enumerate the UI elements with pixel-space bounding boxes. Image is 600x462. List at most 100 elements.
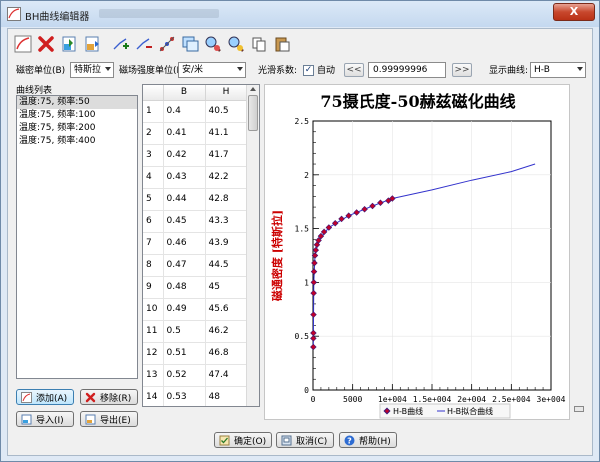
- cell-h[interactable]: 45: [205, 276, 248, 299]
- table-row[interactable]: 14 0.53 48: [143, 386, 248, 406]
- cell-h[interactable]: 40.5: [205, 100, 248, 123]
- curve-list-item[interactable]: 温度:75, 频率:50: [17, 96, 137, 109]
- ok-icon: [219, 435, 230, 446]
- paste-icon[interactable]: [271, 33, 293, 55]
- cell-h[interactable]: 41.1: [205, 122, 248, 145]
- cell-h[interactable]: 43.9: [205, 232, 248, 255]
- row-number: 5: [143, 188, 164, 211]
- next-button[interactable]: >>: [452, 63, 472, 77]
- show-curve-select[interactable]: H-B: [530, 62, 586, 78]
- field-unit-select[interactable]: 安/米: [178, 62, 246, 78]
- remove-button[interactable]: 移除(R): [80, 389, 138, 405]
- cell-h[interactable]: 46.8: [205, 342, 248, 365]
- copy-icon[interactable]: [248, 33, 270, 55]
- data-table[interactable]: B H 1 0.4 40.5 2 0.41 41.1 3 0.42 41.7 4 0.43 42.2 5…: [142, 84, 260, 407]
- cell-h[interactable]: 48: [205, 386, 248, 406]
- table-scrollbar[interactable]: [246, 85, 259, 406]
- row-number: 9: [143, 276, 164, 299]
- table-row[interactable]: 1 0.4 40.5: [143, 100, 248, 123]
- cell-h[interactable]: 47.4: [205, 364, 248, 387]
- table-row[interactable]: 6 0.45 43.3: [143, 210, 248, 233]
- cell-h[interactable]: 44.5: [205, 254, 248, 277]
- cell-b[interactable]: 0.53: [163, 386, 206, 406]
- table-row[interactable]: 5 0.44 42.8: [143, 188, 248, 211]
- column-header-b[interactable]: B: [163, 85, 206, 101]
- add-button[interactable]: 添加(A): [16, 389, 74, 405]
- cell-b[interactable]: 0.41: [163, 122, 206, 145]
- curve-list-item[interactable]: 温度:75, 频率:100: [17, 109, 137, 122]
- export-icon[interactable]: [81, 33, 103, 55]
- cell-b[interactable]: 0.44: [163, 188, 206, 211]
- y-tick-label: 0.5: [295, 332, 310, 341]
- cell-b[interactable]: 0.46: [163, 232, 206, 255]
- table-corner-header: [143, 85, 164, 101]
- cell-b[interactable]: 0.48: [163, 276, 206, 299]
- copy-chart-icon[interactable]: [179, 33, 201, 55]
- cell-h[interactable]: 46.2: [205, 320, 248, 343]
- delete-icon[interactable]: [35, 33, 57, 55]
- curve-list-item[interactable]: 温度:75, 频率:200: [17, 122, 137, 135]
- cell-b[interactable]: 0.52: [163, 364, 206, 387]
- table-row[interactable]: 13 0.52 47.4: [143, 364, 248, 387]
- cancel-icon: [281, 435, 292, 446]
- curve-list-item[interactable]: 温度:75, 频率:400: [17, 135, 137, 148]
- remove-point-icon[interactable]: [133, 33, 155, 55]
- cancel-button[interactable]: 取消(C): [276, 432, 334, 448]
- smoothing-input[interactable]: 0.99999996: [368, 62, 446, 78]
- table-row[interactable]: 9 0.48 45: [143, 276, 248, 299]
- field-unit-value: 安/米: [182, 65, 204, 75]
- table-row[interactable]: 8 0.47 44.5: [143, 254, 248, 277]
- row-number: 13: [143, 364, 164, 387]
- x-tick-label: 5000: [343, 395, 362, 404]
- cell-b[interactable]: 0.42: [163, 144, 206, 167]
- cell-b[interactable]: 0.49: [163, 298, 206, 321]
- delete-icon: [85, 392, 96, 403]
- prev-button[interactable]: <<: [344, 63, 364, 77]
- fit-curve-icon[interactable]: [156, 33, 178, 55]
- cell-b[interactable]: 0.45: [163, 210, 206, 233]
- import-button[interactable]: 导入(I): [16, 411, 74, 427]
- cell-h[interactable]: 41.7: [205, 144, 248, 167]
- import-icon[interactable]: [58, 33, 80, 55]
- cell-h[interactable]: 42.8: [205, 188, 248, 211]
- ok-button[interactable]: 确定(O): [214, 432, 272, 448]
- zoom-out-icon[interactable]: [225, 33, 247, 55]
- add-point-icon[interactable]: [110, 33, 132, 55]
- scroll-up-icon[interactable]: [250, 87, 256, 91]
- row-number: 10: [143, 298, 164, 321]
- table-row[interactable]: 10 0.49 45.6: [143, 298, 248, 321]
- row-number: 6: [143, 210, 164, 233]
- scroll-thumb[interactable]: [248, 95, 258, 131]
- cell-b[interactable]: 0.43: [163, 166, 206, 189]
- cell-b[interactable]: 0.47: [163, 254, 206, 277]
- zoom-in-icon[interactable]: [202, 33, 224, 55]
- y-tick-label: 0: [304, 386, 309, 395]
- x-tick-label: 2.5e+004: [492, 395, 531, 404]
- cell-b[interactable]: 0.4: [163, 100, 206, 123]
- cell-b[interactable]: 0.51: [163, 342, 206, 365]
- help-button[interactable]: ? 帮助(H): [339, 432, 397, 448]
- cell-b[interactable]: 0.5: [163, 320, 206, 343]
- curve-list[interactable]: 温度:75, 频率:50 温度:75, 频率:100 温度:75, 频率:200…: [16, 95, 138, 379]
- table-row[interactable]: 3 0.42 41.7: [143, 144, 248, 167]
- help-button-label: 帮助(H): [359, 436, 391, 447]
- chart-panel[interactable]: 75摄氏度-50赫兹磁化曲线 0 0.5 1 1.5 2 2.5 0 5000 1e+004 1.5…: [264, 84, 570, 420]
- close-button[interactable]: X: [553, 3, 595, 21]
- column-header-h[interactable]: H: [205, 85, 248, 101]
- flux-unit-select[interactable]: 特斯拉: [70, 62, 114, 78]
- table-row[interactable]: 12 0.51 46.8: [143, 342, 248, 365]
- table-row[interactable]: 11 0.5 46.2: [143, 320, 248, 343]
- table-row[interactable]: 4 0.43 42.2: [143, 166, 248, 189]
- chart-slider-thumb[interactable]: [574, 406, 584, 412]
- export-button[interactable]: 导出(E): [80, 411, 138, 427]
- cell-h[interactable]: 45.6: [205, 298, 248, 321]
- table-row[interactable]: 7 0.46 43.9: [143, 232, 248, 255]
- table-row[interactable]: 2 0.41 41.1: [143, 122, 248, 145]
- flux-unit-label: 磁密单位(B): [16, 66, 66, 76]
- row-number: 7: [143, 232, 164, 255]
- cell-h[interactable]: 43.3: [205, 210, 248, 233]
- title-bar[interactable]: BH曲线编辑器 X: [1, 1, 599, 27]
- auto-checkbox[interactable]: ✓: [303, 65, 314, 76]
- cell-h[interactable]: 42.2: [205, 166, 248, 189]
- new-chart-icon[interactable]: [12, 33, 34, 55]
